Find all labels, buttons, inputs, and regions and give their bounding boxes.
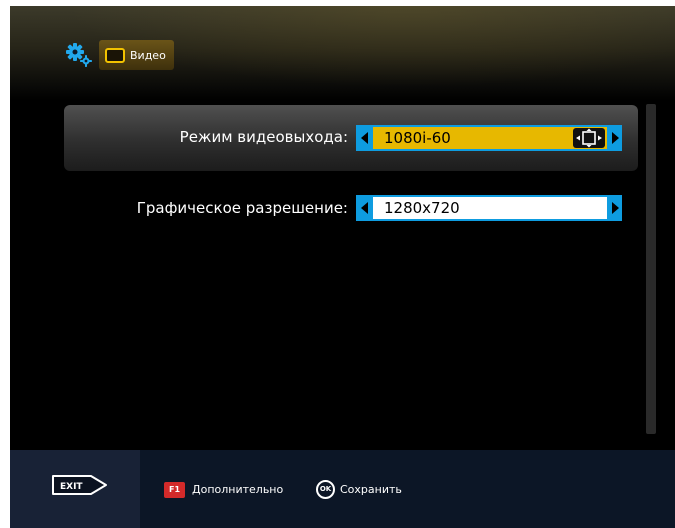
graphics-resolution-label: Графическое разрешение: xyxy=(136,199,348,217)
scrollbar[interactable] xyxy=(646,104,656,434)
video-output-mode-selector[interactable]: 1080i-60 xyxy=(356,125,622,151)
graphics-resolution-value: 1280x720 xyxy=(373,197,607,219)
video-output-mode-value: 1080i-60 xyxy=(373,127,607,149)
ok-action-label: Сохранить xyxy=(340,483,402,496)
arrow-right-icon[interactable] xyxy=(612,202,619,214)
tv-icon xyxy=(105,47,125,63)
video-output-mode-value-text: 1080i-60 xyxy=(384,129,451,147)
header-bar: Видео xyxy=(63,39,174,71)
exit-key-label: EXIT xyxy=(60,482,83,492)
graphics-resolution-selector[interactable]: 1280x720 xyxy=(356,195,622,221)
ok-key-icon[interactable]: OK xyxy=(316,480,335,499)
aspect-ratio-icon[interactable] xyxy=(573,128,605,148)
footer-bar: EXIT F1 Дополнительно OK Сохранить xyxy=(10,450,675,528)
video-output-mode-label: Режим видеовыхода: xyxy=(179,128,348,146)
f1-action-label: Дополнительно xyxy=(192,483,284,496)
tab-video-label: Видео xyxy=(130,48,166,62)
arrow-left-icon[interactable] xyxy=(361,132,368,144)
arrow-right-icon[interactable] xyxy=(612,132,619,144)
tab-video[interactable]: Видео xyxy=(99,40,174,70)
gears-icon[interactable] xyxy=(63,39,95,71)
exit-button[interactable]: EXIT xyxy=(51,474,109,500)
f1-key-icon[interactable]: F1 xyxy=(164,482,185,498)
tv-screen: Видео Режим видеовыхода: 1080i-60 Графич… xyxy=(10,6,675,528)
arrow-left-icon[interactable] xyxy=(361,202,368,214)
